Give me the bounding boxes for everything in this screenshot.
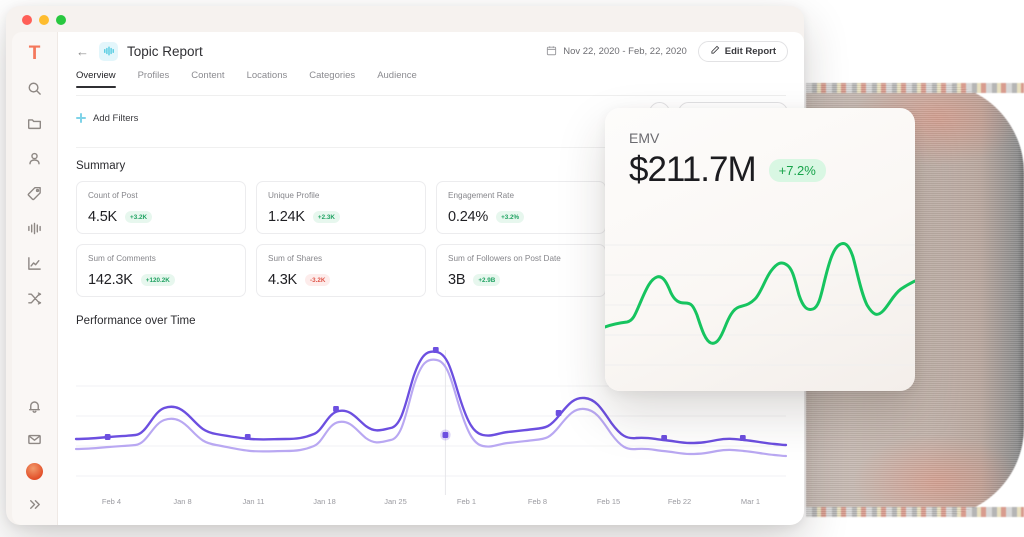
tab-overview[interactable]: Overview — [76, 70, 116, 88]
card-label: Sum of Followers on Post Date — [448, 254, 594, 263]
card-label: Sum of Shares — [268, 254, 414, 263]
emv-value: $211.7M — [629, 150, 756, 190]
tab-audience[interactable]: Audience — [377, 70, 417, 88]
summary-card[interactable]: Sum of Comments 142.3K +120.2K — [76, 244, 246, 297]
person-icon[interactable] — [26, 149, 44, 167]
traffic-lights — [22, 15, 66, 25]
pencil-icon — [710, 45, 720, 58]
minimize-button[interactable] — [39, 15, 49, 25]
content-header: ← Topic Report Nov 22, 2020 - Feb, 22, 2… — [58, 32, 804, 70]
emv-delta-badge: +7.2% — [769, 159, 826, 182]
status-badge: +2.3K — [313, 211, 340, 223]
plus-icon — [76, 113, 86, 123]
sidebar-nav — [26, 79, 44, 307]
search-icon[interactable] — [26, 79, 44, 97]
date-range-picker[interactable]: Nov 22, 2020 - Feb, 22, 2020 — [546, 45, 687, 59]
status-badge: +3.2K — [125, 211, 152, 223]
mail-icon[interactable] — [26, 430, 44, 448]
status-badge: -3.2K — [305, 274, 330, 286]
expand-icon[interactable] — [26, 495, 44, 513]
edit-report-label: Edit Report — [725, 46, 776, 57]
topic-icon[interactable] — [26, 219, 44, 237]
summary-card[interactable]: Unique Profile 1.24K +2.3K — [256, 181, 426, 234]
summary-card[interactable]: Sum of Shares 4.3K -3.2K — [256, 244, 426, 297]
bell-icon[interactable] — [26, 397, 44, 415]
tab-categories[interactable]: Categories — [309, 70, 355, 88]
page-title: Topic Report — [127, 44, 203, 59]
app-logo[interactable]: T — [29, 44, 41, 63]
status-badge: +3.2% — [496, 211, 524, 223]
emv-label: EMV — [605, 108, 915, 146]
sidebar: T — [12, 32, 58, 525]
tag-icon[interactable] — [26, 184, 44, 202]
date-range-label: Nov 22, 2020 - Feb, 22, 2020 — [563, 46, 687, 57]
card-label: Sum of Comments — [88, 254, 234, 263]
sidebar-bottom — [26, 397, 44, 513]
card-value: 1.24K — [268, 209, 305, 225]
x-tick: Jan 18 — [289, 497, 360, 506]
avatar[interactable] — [26, 463, 43, 480]
back-button[interactable]: ← — [76, 45, 89, 58]
chart-gridlines — [76, 386, 786, 476]
card-label: Unique Profile — [268, 191, 414, 200]
x-tick: Feb 4 — [76, 497, 147, 506]
status-badge: +2.9B — [473, 274, 500, 286]
card-value: 4.3K — [268, 272, 297, 288]
screen: T — [0, 0, 1024, 537]
x-tick: Feb 22 — [644, 497, 715, 506]
emv-value-row: $211.7M +7.2% — [605, 146, 915, 190]
folder-icon[interactable] — [26, 114, 44, 132]
tab-divider — [76, 95, 786, 96]
emv-chart — [605, 223, 915, 391]
summary-card[interactable]: Count of Post 4.5K +3.2K — [76, 181, 246, 234]
close-button[interactable] — [22, 15, 32, 25]
add-filters-button[interactable]: Add Filters — [76, 113, 138, 124]
topic-icon — [99, 42, 118, 61]
tab-locations[interactable]: Locations — [247, 70, 288, 88]
x-tick: Feb 1 — [431, 497, 502, 506]
x-tick: Jan 11 — [218, 497, 289, 506]
analytics-icon[interactable] — [26, 254, 44, 272]
emv-chart-svg — [605, 223, 915, 391]
card-value: 3B — [448, 272, 465, 288]
summary-card[interactable]: Sum of Followers on Post Date 3B +2.9B — [436, 244, 606, 297]
x-tick: Feb 15 — [573, 497, 644, 506]
crosshair-point — [443, 432, 449, 438]
add-filters-label: Add Filters — [93, 113, 138, 124]
x-tick: Jan 25 — [360, 497, 431, 506]
emv-chart-line — [605, 244, 915, 344]
edit-report-button[interactable]: Edit Report — [698, 41, 788, 62]
chart-x-axis: Feb 4 Jan 8 Jan 11 Jan 18 Jan 25 Feb 1 F… — [76, 497, 786, 506]
emv-card[interactable]: EMV $211.7M +7.2% — [605, 108, 915, 391]
card-value: 0.24% — [448, 209, 488, 225]
x-tick: Feb 8 — [502, 497, 573, 506]
header-actions: Nov 22, 2020 - Feb, 22, 2020 Edit Report — [546, 41, 788, 62]
x-tick: Jan 8 — [147, 497, 218, 506]
tab-content[interactable]: Content — [191, 70, 224, 88]
tab-profiles[interactable]: Profiles — [138, 70, 170, 88]
window-titlebar — [6, 6, 804, 32]
shuffle-icon[interactable] — [26, 289, 44, 307]
tab-bar: Overview Profiles Content Locations Cate… — [58, 70, 804, 96]
summary-card[interactable]: Engagement Rate 0.24% +3.2% — [436, 181, 606, 234]
card-value: 4.5K — [88, 209, 117, 225]
card-label: Engagement Rate — [448, 191, 594, 200]
calendar-icon — [546, 45, 557, 59]
card-label: Count of Post — [88, 191, 234, 200]
card-value: 142.3K — [88, 272, 133, 288]
maximize-button[interactable] — [56, 15, 66, 25]
x-tick: Mar 1 — [715, 497, 786, 506]
status-badge: +120.2K — [141, 274, 175, 286]
